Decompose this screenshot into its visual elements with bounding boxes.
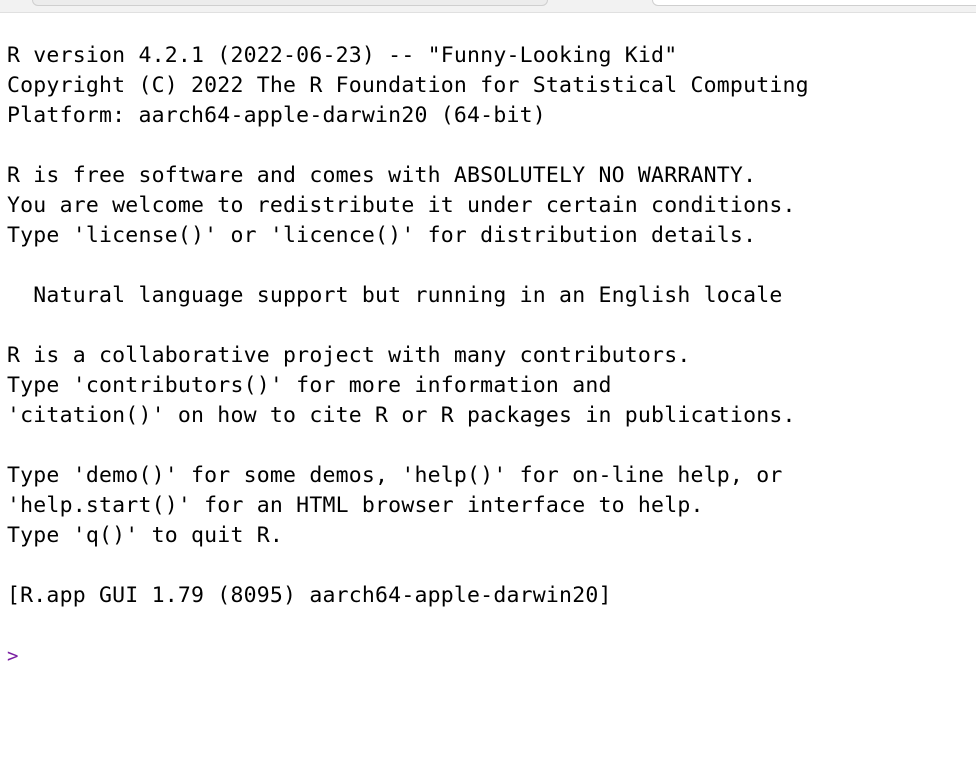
- console-line: Type 'license()' or 'licence()' for dist…: [7, 223, 757, 248]
- console-line: Type 'demo()' for some demos, 'help()' f…: [7, 463, 783, 488]
- console-line: R is a collaborative project with many c…: [7, 343, 691, 368]
- console-prompt: >: [7, 645, 19, 667]
- console-line: Platform: aarch64-apple-darwin20 (64-bit…: [7, 103, 546, 128]
- console-line: Type 'contributors()' for more informati…: [7, 373, 612, 398]
- console-line: Copyright (C) 2022 The R Foundation for …: [7, 73, 809, 98]
- toolbar-search-field[interactable]: [652, 0, 976, 6]
- console-line: You are welcome to redistribute it under…: [7, 193, 796, 218]
- console-input[interactable]: [24, 641, 954, 671]
- console-line: Type 'q()' to quit R.: [7, 523, 284, 548]
- console-line: Natural language support but running in …: [7, 283, 783, 308]
- console-output: R version 4.2.1 (2022-06-23) -- "Funny-L…: [7, 41, 967, 611]
- console-line: R is free software and comes with ABSOLU…: [7, 163, 757, 188]
- console-line: 'citation()' on how to cite R or R packa…: [7, 403, 796, 428]
- console-line: R version 4.2.1 (2022-06-23) -- "Funny-L…: [7, 43, 678, 68]
- console-line: 'help.start()' for an HTML browser inter…: [7, 493, 704, 518]
- toolbar: [0, 0, 976, 13]
- console-line: [R.app GUI 1.79 (8095) aarch64-apple-dar…: [7, 583, 612, 608]
- toolbar-field[interactable]: [32, 0, 548, 6]
